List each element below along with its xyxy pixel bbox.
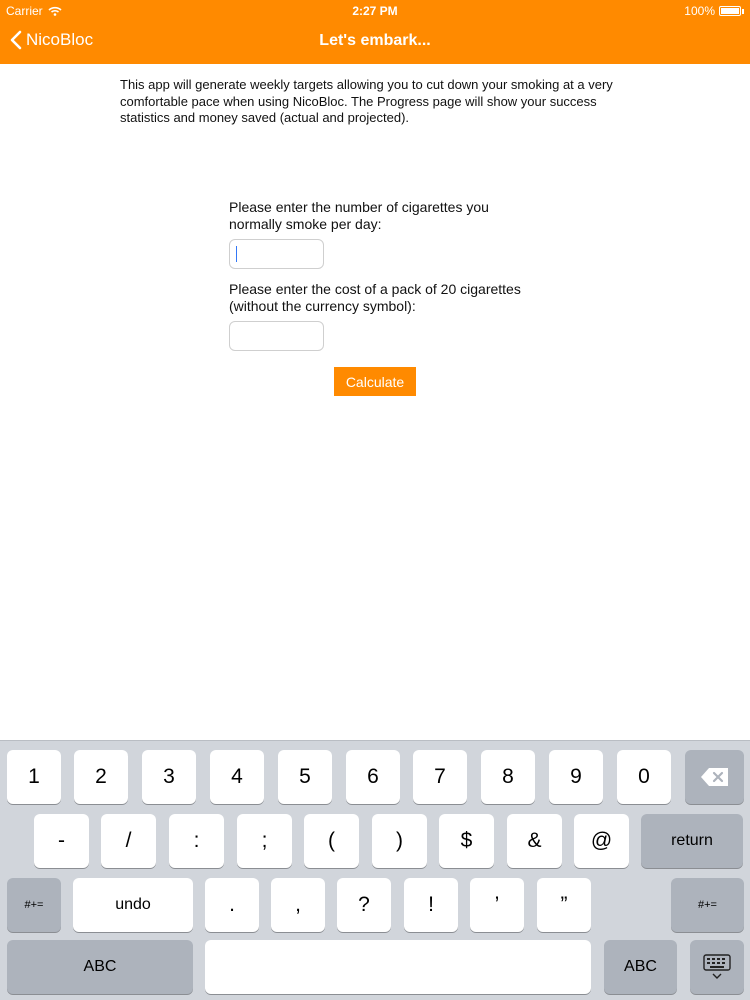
key-period[interactable]: . [205, 878, 259, 932]
battery-percent: 100% [684, 4, 715, 18]
key-colon[interactable]: : [169, 814, 224, 868]
key-4[interactable]: 4 [210, 750, 264, 804]
key-3[interactable]: 3 [142, 750, 196, 804]
setup-form: Please enter the number of cigarettes yo… [229, 199, 529, 351]
key-7[interactable]: 7 [413, 750, 467, 804]
key-2[interactable]: 2 [74, 750, 128, 804]
key-semicolon[interactable]: ; [237, 814, 292, 868]
key-6[interactable]: 6 [346, 750, 400, 804]
key-exclamation[interactable]: ! [404, 878, 458, 932]
abc-key-left[interactable]: ABC [7, 940, 193, 994]
key-1[interactable]: 1 [7, 750, 61, 804]
key-at[interactable]: @ [574, 814, 629, 868]
key-hyphen[interactable]: - [34, 814, 89, 868]
space-key[interactable] [205, 940, 591, 994]
battery-icon [719, 6, 741, 16]
key-slash[interactable]: / [101, 814, 156, 868]
undo-key[interactable]: undo [73, 878, 193, 932]
key-question[interactable]: ? [337, 878, 391, 932]
return-key[interactable]: return [641, 814, 743, 868]
key-8[interactable]: 8 [481, 750, 535, 804]
key-open-paren[interactable]: ( [304, 814, 359, 868]
cigarettes-label: Please enter the number of cigarettes yo… [229, 199, 489, 232]
key-comma[interactable]: , [271, 878, 325, 932]
key-close-paren[interactable]: ) [372, 814, 427, 868]
key-dollar[interactable]: $ [439, 814, 494, 868]
more-symbols-key-right[interactable]: #+= [671, 878, 744, 932]
key-ampersand[interactable]: & [507, 814, 562, 868]
calculate-button[interactable]: Calculate [334, 367, 416, 396]
keyboard-dismiss-icon [703, 954, 731, 979]
text-caret [236, 246, 237, 262]
intro-text: This app will generate weekly targets al… [120, 77, 613, 125]
cigarettes-per-day-input[interactable] [229, 239, 324, 269]
keyboard: 1 2 3 4 5 6 7 8 9 0 - / : ; ( ) $ & @ re… [0, 740, 750, 1000]
delete-key[interactable] [685, 750, 744, 804]
abc-key-right[interactable]: ABC [604, 940, 677, 994]
more-symbols-key-left[interactable]: #+= [7, 878, 61, 932]
status-time: 2:27 PM [352, 4, 398, 18]
battery-indicator: 100% [684, 4, 744, 18]
pack-cost-input[interactable] [229, 321, 324, 351]
battery-tip [742, 8, 744, 14]
page-title: Let's embark... [319, 32, 431, 49]
key-0[interactable]: 0 [617, 750, 671, 804]
dismiss-keyboard-key[interactable] [690, 940, 744, 994]
navigation-bar: NicoBloc Let's embark... [0, 22, 750, 64]
key-apostrophe[interactable]: ’ [470, 878, 524, 932]
key-quote[interactable]: ” [537, 878, 591, 932]
top-bar: Carrier 2:27 PM 100% NicoBloc Let's emba… [0, 0, 750, 64]
status-bar: Carrier 2:27 PM 100% [0, 0, 750, 22]
delete-backward-icon [700, 768, 728, 786]
key-9[interactable]: 9 [549, 750, 603, 804]
cost-label: Please enter the cost of a pack of 20 ci… [229, 281, 521, 314]
key-5[interactable]: 5 [278, 750, 332, 804]
